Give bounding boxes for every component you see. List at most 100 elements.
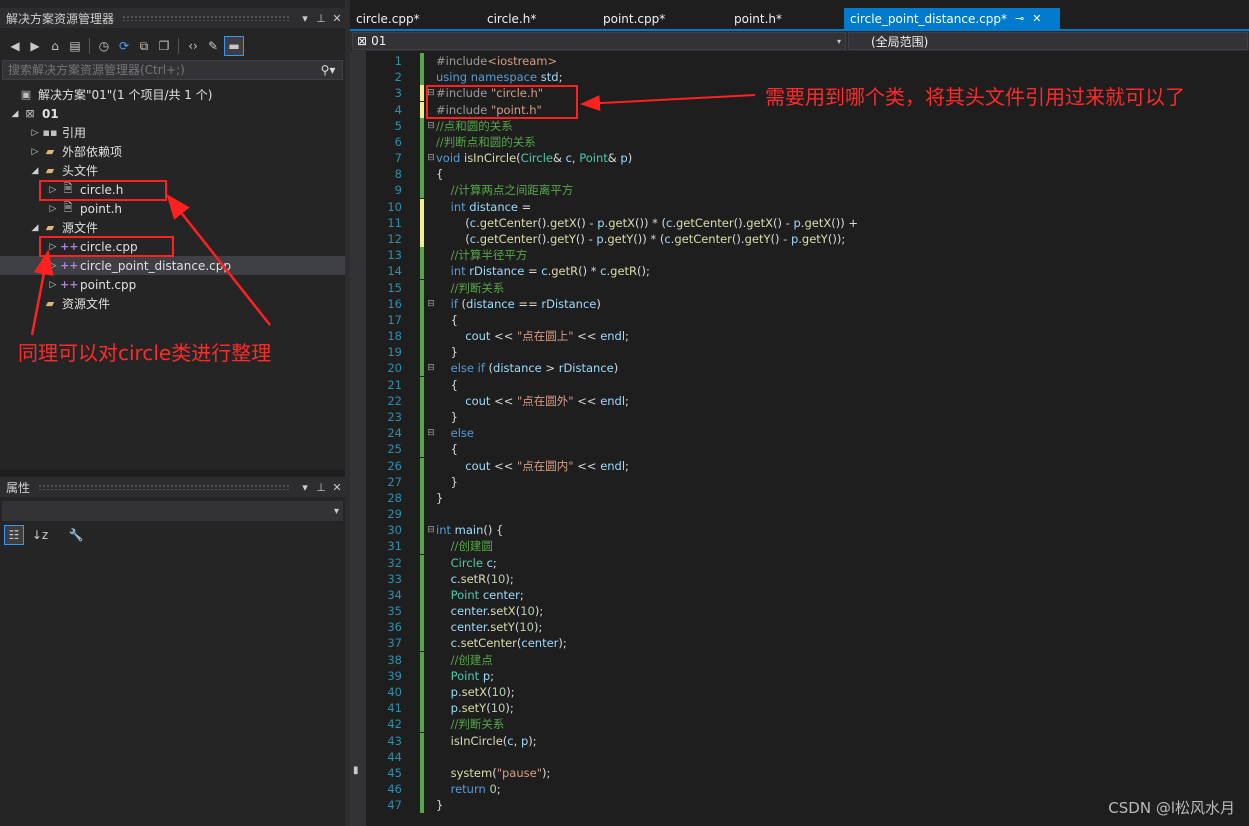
code-line[interactable]: 17 { xyxy=(350,311,1249,328)
code-line[interactable]: 15 //判断关系 xyxy=(350,279,1249,296)
tab-circle-cpp[interactable]: circle.cpp* xyxy=(350,8,481,29)
code-line[interactable]: 28} xyxy=(350,489,1249,506)
tree-item-file[interactable]: ▷ ++ point.cpp xyxy=(0,275,345,294)
collapsed-arrow-icon[interactable]: ▷ xyxy=(28,128,42,138)
preview-selected-icon[interactable]: ▬ xyxy=(224,36,244,56)
code-line[interactable]: 42 //判断关系 xyxy=(350,716,1249,733)
property-pages-wrench-icon[interactable]: 🔧 xyxy=(66,525,86,545)
switch-views-icon[interactable]: ▤ xyxy=(66,37,84,55)
tree-item-project[interactable]: ◢ ⊠ 01 xyxy=(0,104,345,123)
code-line[interactable]: 5 ⊟//点和圆的关系 xyxy=(350,117,1249,134)
code-line[interactable]: 29 xyxy=(350,506,1249,523)
solution-search-box[interactable]: ⚲▾ xyxy=(2,60,343,80)
collapsed-arrow-icon[interactable]: ▷ xyxy=(46,280,60,290)
tree-item-external-deps[interactable]: ▷ ▰ 外部依赖项 xyxy=(0,142,345,161)
pin-icon[interactable]: ⊥ xyxy=(313,12,329,25)
scope-select[interactable]: (全局范围) xyxy=(848,32,1248,50)
code-line[interactable]: 18 cout << "点在圆上" << endl; xyxy=(350,328,1249,345)
code-line[interactable]: 25 { xyxy=(350,441,1249,458)
code-line[interactable]: 43 isInCircle(c, p); xyxy=(350,732,1249,749)
pending-changes-filter-icon[interactable]: ◷ xyxy=(95,37,113,55)
code-line[interactable]: 31 //创建圆 xyxy=(350,538,1249,555)
close-icon[interactable]: ✕ xyxy=(329,481,345,494)
dropdown-icon[interactable]: ▾ xyxy=(297,481,313,494)
tree-item-resource-folder[interactable]: ▰ 资源文件 xyxy=(0,294,345,313)
code-line[interactable]: 19 } xyxy=(350,344,1249,361)
tree-item-solution[interactable]: ▣ 解决方案"01"(1 个项目/共 1 个) xyxy=(0,85,345,104)
code-line[interactable]: 14 int rDistance = c.getR() * c.getR(); xyxy=(350,263,1249,280)
properties-object-select[interactable]: ▾ xyxy=(2,501,343,521)
fold-toggle-icon[interactable]: ⊟ xyxy=(426,360,436,376)
expanded-arrow-icon[interactable]: ◢ xyxy=(28,166,42,176)
code-editor[interactable]: ▮ 1 #include<iostream> 2 using namespace st… xyxy=(350,51,1249,826)
code-line[interactable]: 1 #include<iostream> xyxy=(350,53,1249,69)
code-line[interactable]: 23 } xyxy=(350,408,1249,425)
dropdown-icon[interactable]: ▾ xyxy=(297,12,313,25)
code-line[interactable]: 33 c.setR(10); xyxy=(350,570,1249,587)
solution-search-input[interactable] xyxy=(3,62,314,78)
fold-toggle-icon[interactable]: ⊟ xyxy=(426,296,436,312)
code-line[interactable]: 21 { xyxy=(350,376,1249,393)
project-select[interactable]: ⊠ 01 ▾ xyxy=(352,32,846,50)
code-line[interactable]: 6 //判断点和圆的关系 xyxy=(350,133,1249,150)
code-line[interactable]: 40 p.setX(10); xyxy=(350,684,1249,701)
code-line[interactable]: 9 //计算两点之间距离平方 xyxy=(350,182,1249,199)
collapsed-arrow-icon[interactable]: ▷ xyxy=(28,147,42,157)
fold-toggle-icon[interactable]: ⊟ xyxy=(426,150,436,166)
code-line[interactable]: 38 //创建点 xyxy=(350,651,1249,668)
code-line[interactable]: 13 //计算半径平方 xyxy=(350,247,1249,264)
tab-circle-point-distance-cpp[interactable]: circle_point_distance.cpp* ⊸ ✕ xyxy=(844,8,1060,29)
code-line[interactable]: 34 Point center; xyxy=(350,586,1249,603)
collapsed-arrow-icon[interactable]: ▷ xyxy=(46,261,60,271)
sync-icon[interactable]: ⟳ xyxy=(115,37,133,55)
show-all-files-icon[interactable]: ❐ xyxy=(155,37,173,55)
code-line[interactable]: 46 return 0; xyxy=(350,781,1249,798)
expanded-arrow-icon[interactable]: ◢ xyxy=(28,223,42,233)
code-line[interactable]: 8{ xyxy=(350,166,1249,183)
pin-icon[interactable]: ⊥ xyxy=(313,481,329,494)
tree-item-file[interactable]: ▷ 🗎 point.h xyxy=(0,199,345,218)
home-icon[interactable]: ⌂ xyxy=(46,37,64,55)
code-line[interactable]: 26 cout << "点在圆内" << endl; xyxy=(350,457,1249,474)
back-icon[interactable]: ◀ xyxy=(6,37,24,55)
code-icon[interactable]: ‹› xyxy=(184,37,202,55)
collapsed-arrow-icon[interactable]: ▷ xyxy=(46,204,60,214)
code-line[interactable]: 36 center.setY(10); xyxy=(350,619,1249,636)
tree-item-source-folder[interactable]: ◢ ▰ 源文件 xyxy=(0,218,345,237)
code-line[interactable]: 41 p.setY(10); xyxy=(350,700,1249,717)
code-line[interactable]: 44 xyxy=(350,748,1249,765)
tab-circle-h[interactable]: circle.h* xyxy=(481,8,597,29)
expanded-arrow-icon[interactable]: ◢ xyxy=(8,109,22,119)
code-line[interactable]: 11 (c.getCenter().getX() - p.getX()) * (… xyxy=(350,214,1249,231)
search-icon[interactable]: ⚲▾ xyxy=(314,63,342,77)
code-line[interactable]: 22 cout << "点在圆外" << endl; xyxy=(350,392,1249,409)
code-line[interactable]: 10 int distance = xyxy=(350,198,1249,215)
tree-item-references[interactable]: ▷ ▪▪ 引用 xyxy=(0,123,345,142)
collapse-all-icon[interactable]: ⧉ xyxy=(135,37,153,55)
tree-item-file[interactable]: ▷ ++ circle_point_distance.cpp xyxy=(0,256,345,275)
code-line[interactable]: 20 ⊟ else if (distance > rDistance) xyxy=(350,360,1249,377)
code-line[interactable]: 32 Circle c; xyxy=(350,554,1249,571)
code-line[interactable]: 39 Point p; xyxy=(350,667,1249,684)
close-icon[interactable]: ✕ xyxy=(1032,12,1041,25)
tab-point-cpp[interactable]: point.cpp* xyxy=(597,8,728,29)
code-line[interactable]: 27 } xyxy=(350,473,1249,490)
code-line[interactable]: 35 center.setX(10); xyxy=(350,603,1249,620)
forward-icon[interactable]: ▶ xyxy=(26,37,44,55)
code-line[interactable]: 12 (c.getCenter().getY() - p.getY()) * (… xyxy=(350,230,1249,247)
alphabetical-icon[interactable]: ↓z xyxy=(30,525,50,545)
tab-point-h[interactable]: point.h* xyxy=(728,8,844,29)
code-line[interactable]: 16 ⊟ if (distance == rDistance) xyxy=(350,295,1249,312)
fold-toggle-icon[interactable]: ⊟ xyxy=(426,522,436,538)
close-icon[interactable]: ✕ xyxy=(329,12,345,25)
tree-item-header-folder[interactable]: ◢ ▰ 头文件 xyxy=(0,161,345,180)
pin-icon[interactable]: ⊸ xyxy=(1015,12,1024,25)
code-line[interactable]: 45 system("pause"); xyxy=(350,764,1249,781)
code-line[interactable]: 37 c.setCenter(center); xyxy=(350,635,1249,652)
fold-toggle-icon[interactable]: ⊟ xyxy=(426,425,436,441)
code-line[interactable]: 7 ⊟ void isInCircle(Circle& c, Point& p) xyxy=(350,150,1249,167)
properties-wrench-icon[interactable]: ✎ xyxy=(204,37,222,55)
code-line[interactable]: 24 ⊟ else xyxy=(350,425,1249,442)
categorized-icon[interactable]: ☷ xyxy=(4,525,24,545)
code-line[interactable]: 30 ⊟ int main() { xyxy=(350,522,1249,539)
